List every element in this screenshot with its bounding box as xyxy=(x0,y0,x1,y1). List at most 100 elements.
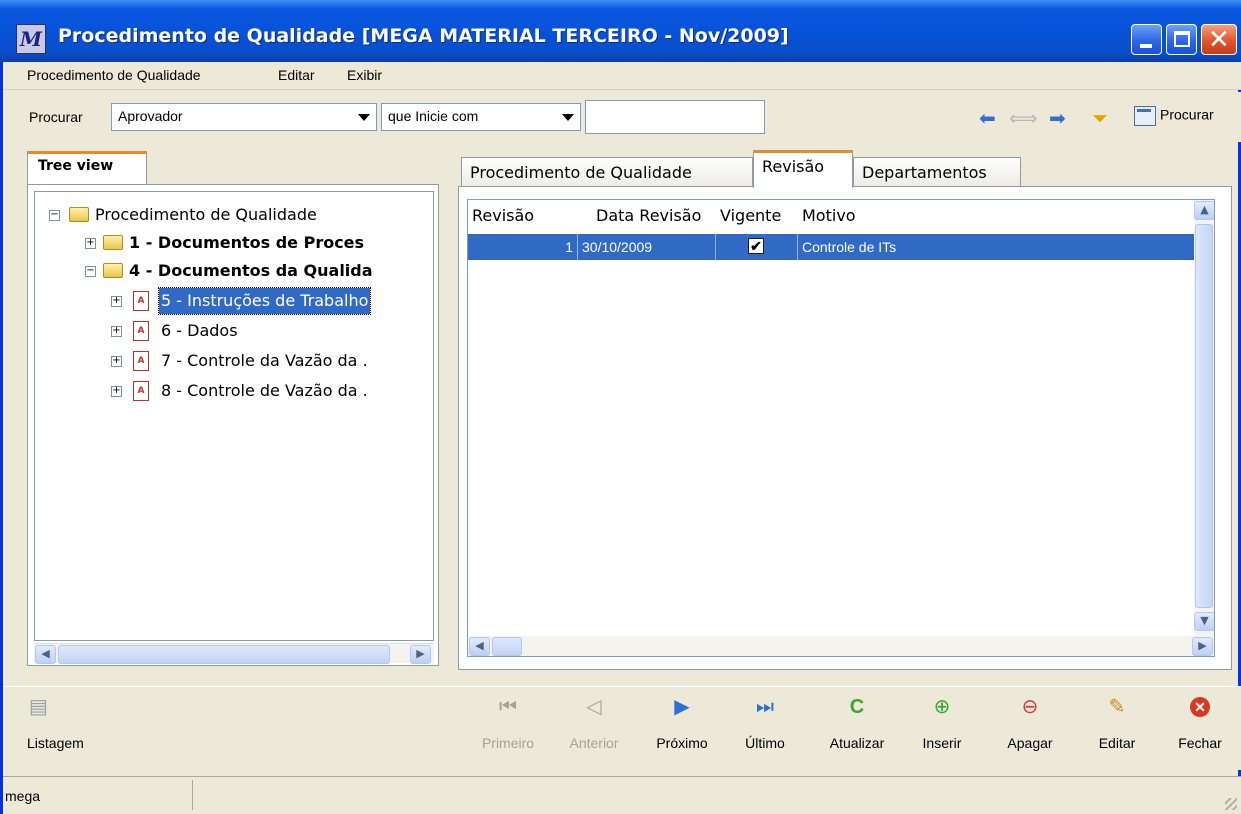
tree-box: − Procedimento de Qualidade + 1 - Docume… xyxy=(27,184,439,666)
tab-revisao[interactable]: Revisão xyxy=(753,150,853,188)
collapse-icon[interactable]: − xyxy=(49,210,60,221)
delete-document-icon: ⊖ xyxy=(1021,696,1039,718)
collapse-icon[interactable]: − xyxy=(85,266,96,277)
scroll-right-icon[interactable]: ▶ xyxy=(1192,637,1213,656)
maximize-button[interactable] xyxy=(1166,24,1197,55)
ultimo-button[interactable]: ⏭ Último xyxy=(735,695,795,751)
editar-label: Editar xyxy=(1098,735,1136,751)
vigente-checkbox[interactable]: ✔ xyxy=(748,238,764,254)
expand-icon[interactable]: + xyxy=(111,356,122,367)
cell-motivo: Controle de ITs xyxy=(802,239,897,255)
search-button-label: Procurar xyxy=(1160,106,1214,123)
arrow-left-icon[interactable]: ⬅ xyxy=(979,108,996,128)
scroll-thumb[interactable] xyxy=(492,637,522,656)
atualizar-button[interactable]: C Atualizar xyxy=(817,695,897,751)
scroll-right-icon[interactable]: ▶ xyxy=(410,645,431,664)
tab-departamentos[interactable]: Departamentos xyxy=(853,157,1021,187)
arrow-right-icon[interactable]: ➡ xyxy=(1049,108,1066,128)
next-record-icon: ▶ xyxy=(674,696,690,718)
menu-procedimento[interactable]: Procedimento de Qualidade xyxy=(27,67,201,83)
pdf-document-icon: A xyxy=(133,381,149,401)
search-input[interactable] xyxy=(585,100,765,134)
menu-exibir[interactable]: Exibir xyxy=(347,67,382,83)
minimize-icon xyxy=(1140,44,1152,48)
scroll-left-icon[interactable]: ◀ xyxy=(469,637,490,656)
search-button[interactable]: Procurar xyxy=(1134,106,1214,126)
grid-vertical-scrollbar[interactable]: ▲ ▼ xyxy=(1194,200,1214,638)
search-label: Procurar xyxy=(29,109,83,125)
expand-icon[interactable]: + xyxy=(111,296,122,307)
search-operator-select[interactable]: que Inicie com xyxy=(381,103,581,131)
arrows-horizontal-icon[interactable]: ⟺ xyxy=(1009,108,1038,128)
anterior-button[interactable]: ◁ Anterior xyxy=(559,695,629,751)
search-field-select[interactable]: Aprovador xyxy=(111,103,377,131)
scroll-thumb[interactable] xyxy=(58,645,390,664)
cell-vigente: ✔ xyxy=(716,234,798,260)
tree-node-label: 6 - Dados xyxy=(161,321,238,340)
folder-open-icon xyxy=(103,263,123,278)
detail-panel: Procedimento de Qualidade Revisão Depart… xyxy=(458,148,1233,670)
title-bar[interactable]: M Procedimento de Qualidade [MEGA MATERI… xyxy=(0,0,1241,62)
apagar-label: Apagar xyxy=(1007,735,1053,751)
primeiro-button[interactable]: ⏮ Primeiro xyxy=(473,695,543,751)
grid-horizontal-scrollbar[interactable]: ◀ ▶ xyxy=(468,636,1214,656)
ultimo-label: Último xyxy=(745,735,785,751)
menu-bar: Procedimento de Qualidade Editar Exibir xyxy=(3,62,1241,90)
fechar-label: Fechar xyxy=(1178,735,1222,751)
revisao-tab-content: Revisão Data Revisão Vigente Motivo 1 30… xyxy=(458,186,1232,670)
last-record-icon: ⏭ xyxy=(756,696,774,718)
close-button[interactable]: ✕ xyxy=(1201,24,1237,55)
tab-tree-view[interactable]: Tree view xyxy=(27,151,147,185)
scroll-down-icon[interactable]: ▼ xyxy=(1194,612,1214,631)
folder-open-icon xyxy=(69,207,89,222)
pdf-document-icon: A xyxy=(133,351,149,371)
editar-button[interactable]: ✎ Editar xyxy=(1089,695,1145,751)
chevron-down-icon xyxy=(562,114,574,121)
search-operator-value: que Inicie com xyxy=(388,108,479,124)
previous-record-icon: ◁ xyxy=(586,696,602,718)
minimize-button[interactable] xyxy=(1131,24,1162,55)
proximo-button[interactable]: ▶ Próximo xyxy=(647,695,717,751)
inserir-button[interactable]: ⊕ Inserir xyxy=(911,695,973,751)
tab-procedimento[interactable]: Procedimento de Qualidade xyxy=(461,157,753,187)
fechar-button[interactable]: ✕ Fechar xyxy=(1169,695,1231,751)
cell-revisao: 1 xyxy=(468,234,578,260)
document-list-icon: ▤ xyxy=(29,696,48,718)
bottom-toolbar: ▤ Listagem ⏮ Primeiro ◁ Anterior ▶ Próxi… xyxy=(3,686,1241,770)
status-user: mega xyxy=(3,780,193,810)
inserir-label: Inserir xyxy=(922,735,962,751)
pdf-document-icon: A xyxy=(133,291,149,311)
edit-pencil-icon: ✎ xyxy=(1108,696,1126,718)
tree-node-label: 5 - Instruções de Trabalho xyxy=(157,287,372,315)
window-title: Procedimento de Qualidade [MEGA MATERIAL… xyxy=(58,25,789,47)
search-bar: Procurar Aprovador que Inicie com ⬅ ⟺ ➡ … xyxy=(3,92,1241,142)
listagem-button[interactable]: ▤ Listagem xyxy=(27,695,117,751)
column-header-revisao[interactable]: Revisão xyxy=(472,206,534,225)
expand-icon[interactable]: + xyxy=(111,326,122,337)
expand-icon[interactable]: + xyxy=(85,238,96,249)
table-row[interactable]: 1 30/10/2009 ✔ Controle de ITs xyxy=(468,234,1202,260)
column-header-motivo[interactable]: Motivo xyxy=(802,206,856,225)
revisao-grid: Revisão Data Revisão Vigente Motivo 1 30… xyxy=(467,199,1215,657)
expand-icon[interactable]: + xyxy=(111,386,122,397)
resize-grip-icon[interactable] xyxy=(1225,798,1237,810)
insert-document-icon: ⊕ xyxy=(933,696,951,718)
tree-horizontal-scrollbar[interactable]: ◀ ▶ xyxy=(34,643,434,664)
first-record-icon: ⏮ xyxy=(499,696,517,718)
menu-editar[interactable]: Editar xyxy=(278,67,315,83)
close-icon: ✕ xyxy=(1208,25,1230,55)
proximo-label: Próximo xyxy=(656,735,708,751)
scroll-left-icon[interactable]: ◀ xyxy=(35,645,56,664)
column-header-data-revisao[interactable]: Data Revisão xyxy=(596,206,701,225)
tree-node-label: 7 - Controle da Vazão da . xyxy=(161,351,368,370)
filter-icon[interactable]: ⏷ xyxy=(1092,108,1108,128)
scroll-up-icon[interactable]: ▲ xyxy=(1194,201,1214,220)
scroll-thumb[interactable] xyxy=(1195,224,1213,608)
app-window: M Procedimento de Qualidade [MEGA MATERI… xyxy=(0,0,1241,814)
column-header-vigente[interactable]: Vigente xyxy=(720,206,781,225)
apagar-button[interactable]: ⊖ Apagar xyxy=(997,695,1063,751)
search-field-value: Aprovador xyxy=(118,108,183,124)
close-circle-icon: ✕ xyxy=(1190,697,1210,717)
pdf-document-icon: A xyxy=(133,321,149,341)
cell-data: 30/10/2009 xyxy=(578,234,716,260)
